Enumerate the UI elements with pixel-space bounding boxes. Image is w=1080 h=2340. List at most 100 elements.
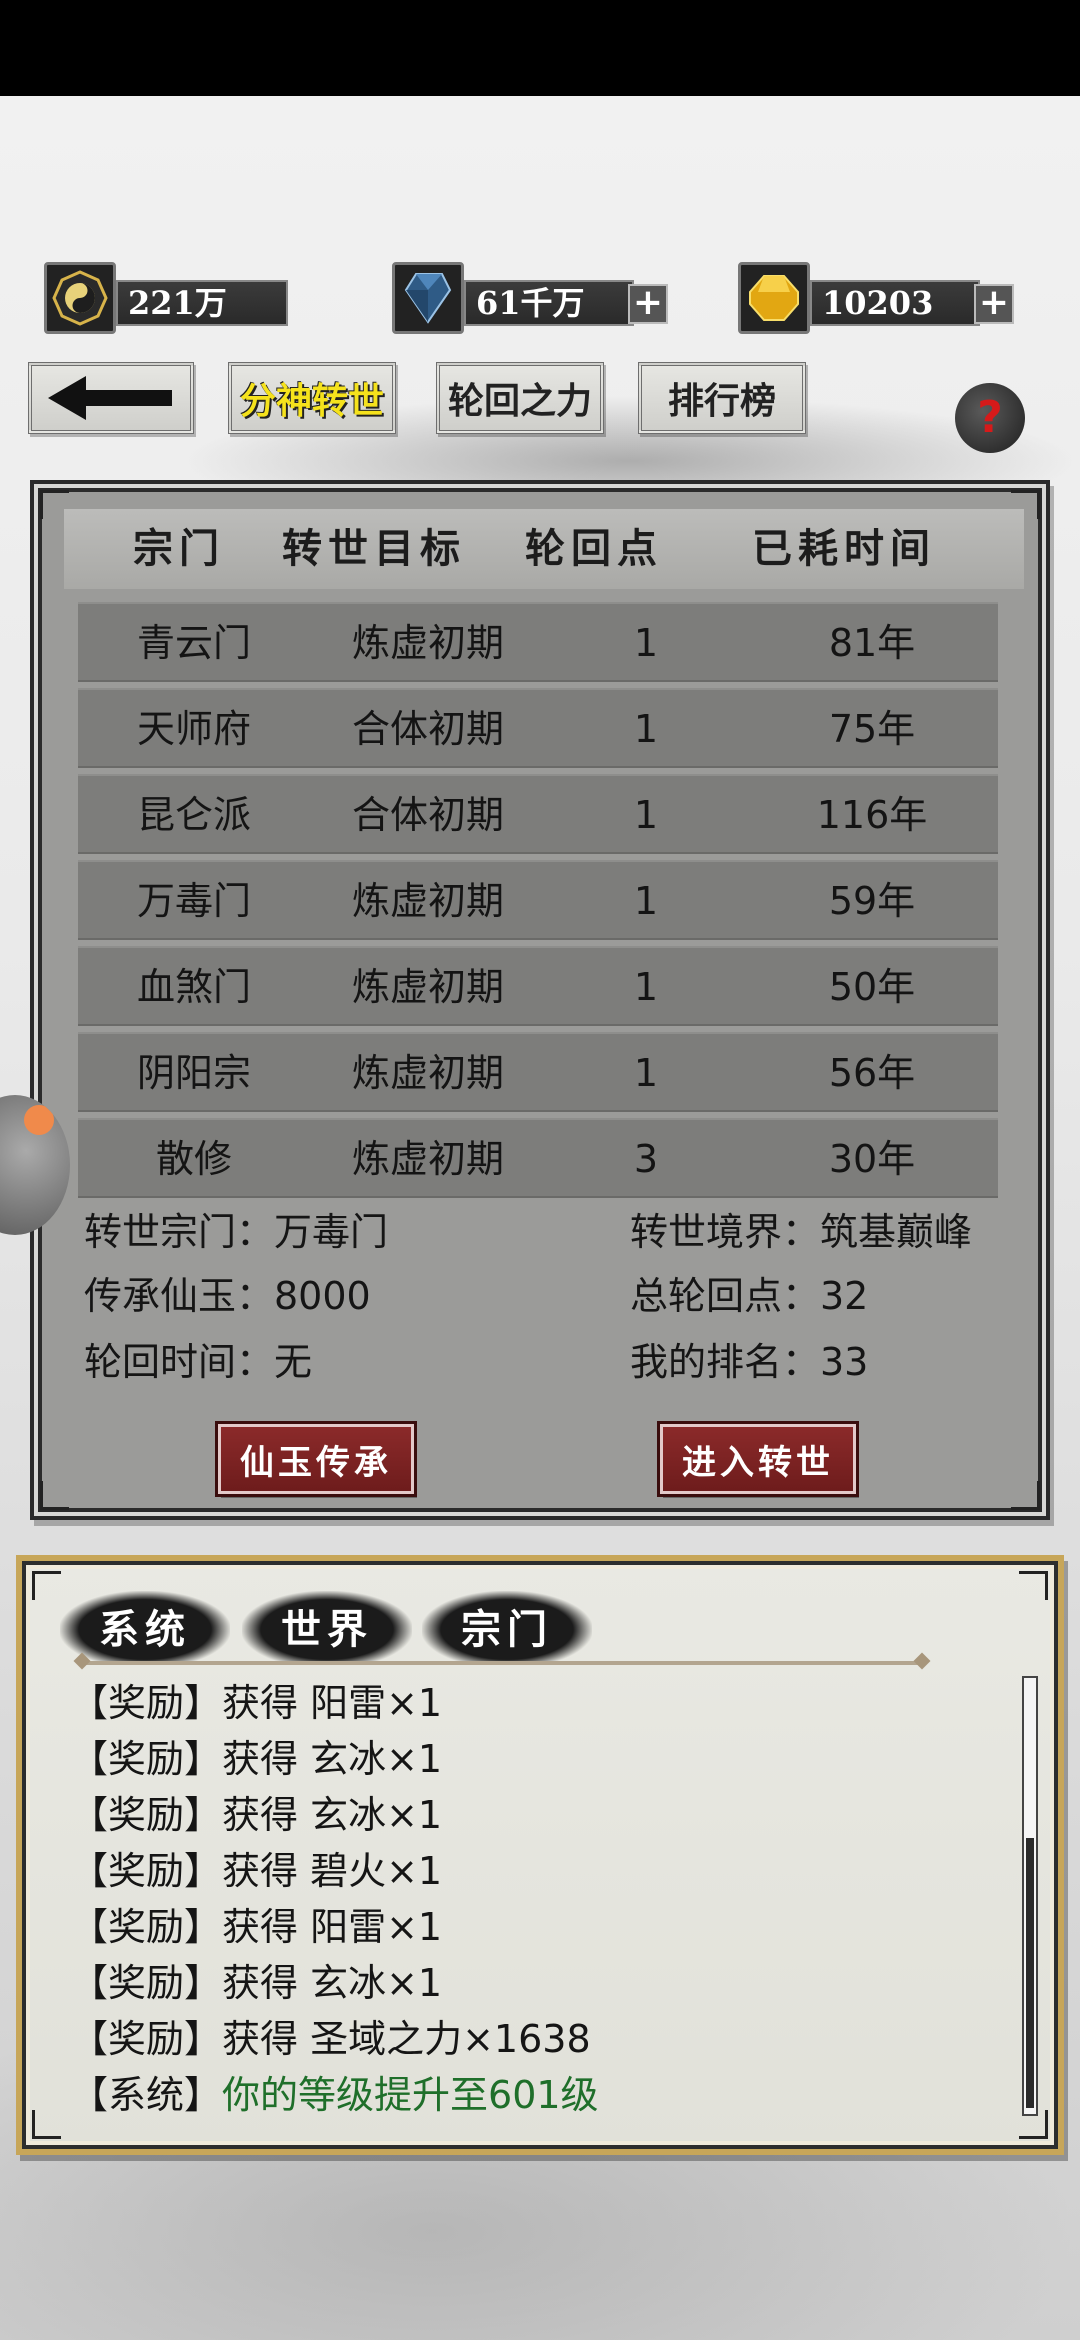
cell-time: 81年	[828, 621, 916, 665]
notification-dot	[24, 1105, 54, 1135]
table-row[interactable]: 万毒门 炼虚初期 1 59年	[78, 860, 998, 940]
yin-yang-icon	[44, 262, 116, 334]
chat-scroll-thumb[interactable]	[1026, 1838, 1034, 2108]
cell-time: 56年	[828, 1051, 916, 1095]
jade-inherit-button[interactable]: 仙玉传承	[215, 1421, 417, 1497]
corner-ornament	[32, 2110, 61, 2139]
log-line: 【奖励】获得 碧火×1	[70, 1843, 442, 1899]
info-realm: 转世境界：筑基巅峰	[630, 1210, 973, 1254]
arrow-left-icon	[48, 376, 172, 420]
cell-target: 炼虚初期	[351, 965, 504, 1009]
cell-points: 1	[633, 1051, 659, 1095]
cell-points: 3	[633, 1137, 659, 1181]
log-tag: 【奖励】	[70, 1737, 223, 1781]
log-line: 【奖励】获得 玄冰×1	[70, 1955, 442, 2011]
log-line: 【奖励】获得 阳雷×1	[70, 1899, 442, 1955]
tab-clone-reincarnate[interactable]: 分神转世	[228, 362, 396, 434]
cell-time: 59年	[828, 879, 916, 923]
cell-time: 50年	[828, 965, 916, 1009]
reincarnation-panel: 宗门 转世目标 轮回点 已耗时间 青云门 炼虚初期 1 81年 天师府 合体初期…	[30, 480, 1050, 1520]
cell-points: 1	[633, 965, 659, 1009]
cell-target: 合体初期	[351, 793, 504, 837]
log-tag: 【奖励】	[70, 1793, 223, 1837]
cell-target: 炼虚初期	[351, 1137, 504, 1181]
log-message: 获得 玄冰×1	[222, 1961, 443, 2005]
gem-value: 10203	[810, 280, 980, 326]
table-header: 宗门 转世目标 轮回点 已耗时间	[64, 509, 1024, 589]
help-button[interactable]: ?	[955, 383, 1025, 453]
gold-gem-icon	[738, 262, 810, 334]
log-tag: 【奖励】	[70, 1849, 223, 1893]
header-target: 转世目标	[282, 525, 466, 572]
log-message: 获得 阳雷×1	[222, 1681, 443, 1725]
log-tag: 【奖励】	[70, 2017, 223, 2061]
info-jade: 传承仙玉：8000	[84, 1274, 371, 1318]
currency-coins: 221万	[44, 262, 288, 338]
cell-points: 1	[633, 621, 659, 665]
cell-time: 116年	[816, 793, 928, 837]
info-total-points: 总轮回点：32	[630, 1274, 869, 1318]
cell-sect: 昆仑派	[136, 793, 251, 837]
cell-time: 30年	[828, 1137, 916, 1181]
info-rank: 我的排名：33	[630, 1340, 869, 1384]
header-sect: 宗门	[133, 525, 225, 572]
header-points: 轮回点	[525, 525, 663, 572]
enter-reincarnation-button[interactable]: 进入转世	[657, 1421, 859, 1497]
blue-crystal-icon	[392, 262, 464, 334]
table-row[interactable]: 昆仑派 合体初期 1 116年	[78, 774, 998, 854]
cell-time: 75年	[828, 707, 916, 751]
cell-target: 炼虚初期	[351, 1051, 504, 1095]
back-button[interactable]	[28, 362, 194, 434]
cell-target: 炼虚初期	[351, 621, 504, 665]
status-bar	[0, 0, 1080, 96]
info-sect: 转世宗门：万毒门	[84, 1210, 389, 1254]
cell-target: 合体初期	[351, 707, 504, 751]
cell-sect: 阴阳宗	[136, 1051, 251, 1095]
log-message: 获得 圣域之力×1638	[222, 2017, 591, 2061]
table-row[interactable]: 阴阳宗 炼虚初期 1 56年	[78, 1032, 998, 1112]
chat-panel: 系统 世界 宗门 【奖励】获得 阳雷×1 【奖励】获得 玄冰×1 【奖励】获得 …	[16, 1555, 1064, 2155]
cell-points: 1	[633, 879, 659, 923]
log-line: 【奖励】获得 阳雷×1	[70, 1675, 442, 1731]
info-time: 轮回时间：无	[84, 1340, 313, 1384]
currency-crystal: 61千万 +	[392, 262, 676, 338]
coins-value: 221万	[116, 280, 288, 326]
corner-ornament	[32, 1571, 61, 1600]
cell-sect: 青云门	[136, 621, 251, 665]
log-tag: 【奖励】	[70, 1961, 223, 2005]
table-row[interactable]: 青云门 炼虚初期 1 81年	[78, 602, 998, 682]
log-line: 【系统】你的等级提升至601级	[70, 2067, 599, 2123]
table-row[interactable]: 血煞门 炼虚初期 1 50年	[78, 946, 998, 1026]
crystal-value: 61千万	[464, 280, 634, 326]
log-message: 获得 玄冰×1	[222, 1793, 443, 1837]
cell-target: 炼虚初期	[351, 879, 504, 923]
add-gem-button[interactable]: +	[974, 284, 1014, 324]
log-message: 你的等级提升至601级	[222, 2073, 599, 2117]
log-message: 获得 阳雷×1	[222, 1905, 443, 1949]
log-message: 获得 玄冰×1	[222, 1737, 443, 1781]
log-tag: 【奖励】	[70, 1681, 223, 1725]
table-row[interactable]: 散修 炼虚初期 3 30年	[78, 1118, 998, 1198]
chat-scrollbar[interactable]	[1022, 1676, 1038, 2116]
chat-tab-world[interactable]: 世界	[242, 1591, 412, 1661]
cell-sect: 天师府	[136, 707, 251, 751]
chat-tab-system[interactable]: 系统	[60, 1591, 230, 1661]
chat-tab-sect[interactable]: 宗门	[422, 1591, 592, 1661]
log-tag: 【奖励】	[70, 1905, 223, 1949]
chat-divider	[82, 1661, 922, 1665]
cell-sect: 血煞门	[136, 965, 251, 1009]
log-tag: 【系统】	[70, 2073, 223, 2117]
currency-gem: 10203 +	[738, 262, 1022, 338]
tab-reincarnation-power[interactable]: 轮回之力	[436, 362, 604, 434]
cell-points: 1	[633, 707, 659, 751]
log-line: 【奖励】获得 玄冰×1	[70, 1731, 442, 1787]
header-time: 已耗时间	[752, 525, 936, 572]
corner-ornament	[40, 1481, 69, 1510]
cell-sect: 万毒门	[136, 879, 251, 923]
table-row[interactable]: 天师府 合体初期 1 75年	[78, 688, 998, 768]
tab-leaderboard[interactable]: 排行榜	[638, 362, 806, 434]
add-crystal-button[interactable]: +	[628, 284, 668, 324]
cell-sect: 散修	[155, 1137, 232, 1181]
log-line: 【奖励】获得 玄冰×1	[70, 1787, 442, 1843]
log-line: 【奖励】获得 圣域之力×1638	[70, 2011, 591, 2067]
